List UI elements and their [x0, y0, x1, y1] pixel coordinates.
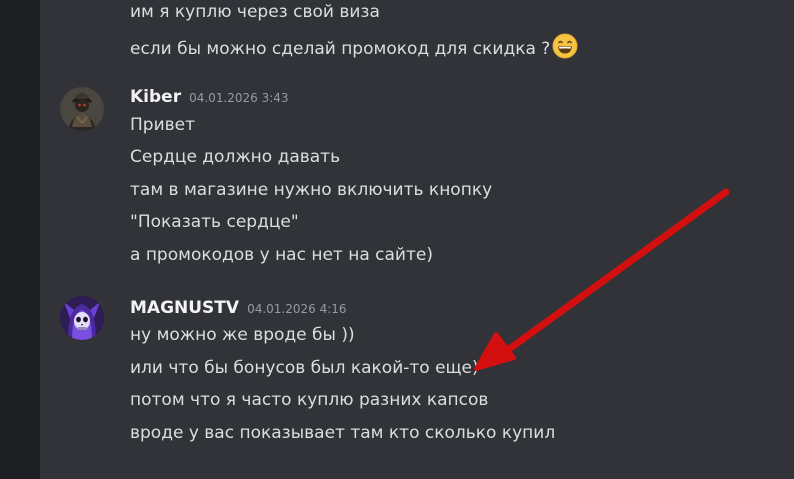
- message-line: им я куплю через свой виза: [130, 2, 380, 22]
- message-line: или что бы бонусов был какой-то еще): [130, 358, 479, 378]
- message-line-with-emoji: если бы можно сделай промокод для скидка…: [130, 33, 578, 60]
- timestamp[interactable]: 04.01.2026 3:43: [189, 91, 288, 105]
- message-line: потом что я часто куплю разних капсов: [130, 390, 489, 410]
- message-text: если бы можно сделай промокод для скидка…: [130, 39, 551, 59]
- message-line: "Показать сердце": [130, 212, 299, 232]
- message-line: вроде у вас показывает там кто сколько к…: [130, 423, 556, 443]
- message-header-magnustv: MAGNUSTV 04.01.2026 4:16: [130, 297, 347, 320]
- message-line: Привет: [130, 115, 196, 135]
- message-line: ну можно же вроде бы )): [130, 325, 355, 345]
- chat-messages-pane[interactable]: им я куплю через свой виза если бы можно…: [40, 0, 794, 479]
- username-magnustv[interactable]: MAGNUSTV: [130, 298, 239, 318]
- message-line: а промокодов у нас нет на сайте): [130, 245, 433, 265]
- avatar-kiber[interactable]: [60, 87, 104, 131]
- message-line: там в магазине нужно включить кнопку: [130, 180, 493, 200]
- message-header-kiber: Kiber 04.01.2026 3:43: [130, 86, 289, 109]
- grinning-face-icon[interactable]: [552, 33, 578, 59]
- app-window: им я куплю через свой виза если бы можно…: [0, 0, 794, 479]
- avatar-magnustv[interactable]: [60, 296, 104, 340]
- message-line: Сердце должно давать: [130, 147, 341, 167]
- username-kiber[interactable]: Kiber: [130, 87, 181, 107]
- timestamp[interactable]: 04.01.2026 4:16: [247, 302, 346, 316]
